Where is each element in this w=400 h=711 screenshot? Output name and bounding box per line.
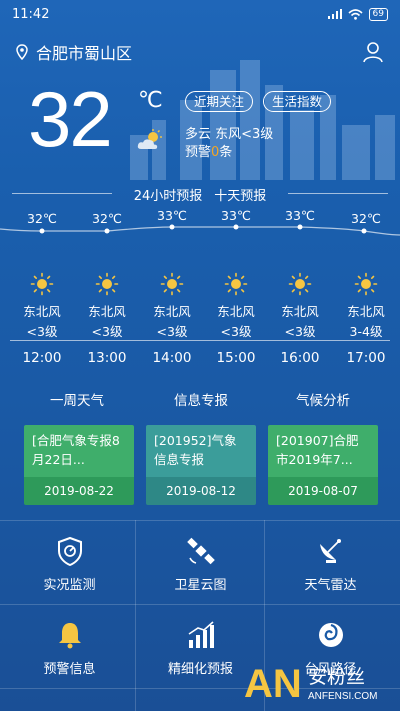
hour-temp: 33℃ <box>285 208 315 223</box>
hour-wind-level: 3-4级 <box>349 324 383 339</box>
sunny-icon <box>95 272 119 296</box>
hour-wind: 东北风 <box>23 304 61 319</box>
hour-time: 15:00 <box>216 350 256 366</box>
sunny-icon <box>288 272 312 296</box>
grid-item-label: 精细化预报 <box>167 662 233 677</box>
hour-time: 17:00 <box>346 350 386 366</box>
condition-line: 多云 东风<3级 <box>185 127 274 142</box>
svg-text:AN: AN <box>244 662 302 705</box>
quick-links: 近期关注 生活指数 <box>185 91 332 112</box>
satellite-icon <box>186 537 215 565</box>
sunny-icon <box>160 272 184 296</box>
grid-item-label: 预警信息 <box>43 662 96 677</box>
forecast-tabs: 24小时预报 十天预报 <box>0 183 400 205</box>
section-week-weather[interactable]: 一周天气 <box>17 389 137 409</box>
report-card[interactable]: [201952]气象信息专报 2019-08-12 <box>146 425 256 505</box>
hour-wind-level: <3级 <box>26 324 58 339</box>
report-card[interactable]: [合肥气象专报8月22日... 2019-08-22 <box>24 425 134 505</box>
bar-chart-icon <box>188 621 214 648</box>
sunny-icon <box>30 272 54 296</box>
typhoon-icon <box>318 623 343 647</box>
warning-prefix: 预警 <box>185 145 212 160</box>
status-time: 11:42 <box>12 6 50 22</box>
user-profile-icon[interactable] <box>362 41 384 63</box>
watermark-logo: AN 安粉丝 ANFENSI.COM <box>244 662 377 706</box>
hourly-axis-line <box>10 340 390 341</box>
radar-dish-icon <box>319 539 341 563</box>
recent-attention-button[interactable]: 近期关注 <box>185 91 254 112</box>
report-card[interactable]: [201907]合肥市2019年7... 2019-08-07 <box>268 425 378 505</box>
hour-temp: 32℃ <box>92 211 122 226</box>
grid-item-warning-info[interactable]: 预警信息 <box>4 606 135 688</box>
life-index-button[interactable]: 生活指数 <box>263 91 332 112</box>
report-card-title: [201907]合肥市2019年7... <box>268 425 378 477</box>
report-card-title: [201952]气象信息专报 <box>146 425 256 477</box>
anfensi-watermark: AN 安粉丝 ANFENSI.COM <box>244 655 394 706</box>
hour-time: 14:00 <box>152 350 192 366</box>
section-info-report[interactable]: 信息专报 <box>141 389 261 409</box>
svg-text:安粉丝: 安粉丝 <box>308 666 365 688</box>
battery-icon: 69 <box>368 7 388 21</box>
hour-time: 16:00 <box>280 350 320 366</box>
hour-temp: 32℃ <box>27 211 57 226</box>
report-card-date: 2019-08-22 <box>24 477 134 505</box>
hour-temp: 32℃ <box>351 211 381 226</box>
tab-24-hour[interactable]: 24小时预报 <box>134 185 203 204</box>
grid-divider <box>0 604 400 605</box>
grid-item-live-monitoring[interactable]: 实况监测 <box>4 522 135 604</box>
section-headers: 一周天气 信息专报 气候分析 <box>0 389 400 409</box>
grid-item-label: 实况监测 <box>43 578 96 593</box>
status-bar: 11:42 69 <box>0 0 400 28</box>
hour-time: 12:00 <box>22 350 62 366</box>
hour-wind: 东北风 <box>281 304 319 319</box>
wifi-icon <box>348 8 363 20</box>
sunny-icon <box>354 272 378 296</box>
location-pin-icon[interactable] <box>16 44 28 60</box>
temperature-unit: ℃ <box>138 88 163 113</box>
signal-icon <box>327 9 342 19</box>
location-name[interactable]: 合肥市蜀山区 <box>36 40 132 64</box>
grid-item-label: 天气雷达 <box>304 578 357 593</box>
grid-divider <box>0 520 400 521</box>
alarm-bell-icon <box>58 623 81 649</box>
tab-ten-day[interactable]: 十天预报 <box>214 185 266 204</box>
weather-description: 多云 东风<3级 预警0条 <box>185 126 273 162</box>
hour-temp: 33℃ <box>221 208 251 223</box>
section-climate-analysis[interactable]: 气候分析 <box>263 389 383 409</box>
hour-wind: 东北风 <box>347 304 385 319</box>
report-card-date: 2019-08-07 <box>268 477 378 505</box>
hour-wind-level: <3级 <box>220 324 252 339</box>
hour-wind: 东北风 <box>153 304 191 319</box>
warning-line[interactable]: 预警0条 <box>185 144 273 162</box>
current-temperature: 32 <box>28 75 113 163</box>
hour-temp: 33℃ <box>157 208 187 223</box>
hour-wind-level: <3级 <box>91 324 123 339</box>
hour-wind-level: <3级 <box>284 324 316 339</box>
location-bar: 合肥市蜀山区 <box>16 38 384 66</box>
report-card-date: 2019-08-12 <box>146 477 256 505</box>
monitor-shield-icon <box>57 536 82 566</box>
hour-wind: 东北风 <box>217 304 255 319</box>
grid-item-satellite[interactable]: 卫星云图 <box>135 522 266 604</box>
hour-wind: 东北风 <box>88 304 126 319</box>
grid-item-label: 卫星云图 <box>174 578 227 593</box>
warning-suffix: 条 <box>219 145 233 160</box>
sunny-icon <box>224 272 248 296</box>
report-card-title: [合肥气象专报8月22日... <box>24 425 134 477</box>
hour-wind-level: <3级 <box>156 324 188 339</box>
hour-time: 13:00 <box>87 350 127 366</box>
svg-text:ANFENSI.COM: ANFENSI.COM <box>308 691 377 702</box>
partly-cloudy-icon <box>137 129 162 149</box>
grid-item-radar[interactable]: 天气雷达 <box>265 522 396 604</box>
